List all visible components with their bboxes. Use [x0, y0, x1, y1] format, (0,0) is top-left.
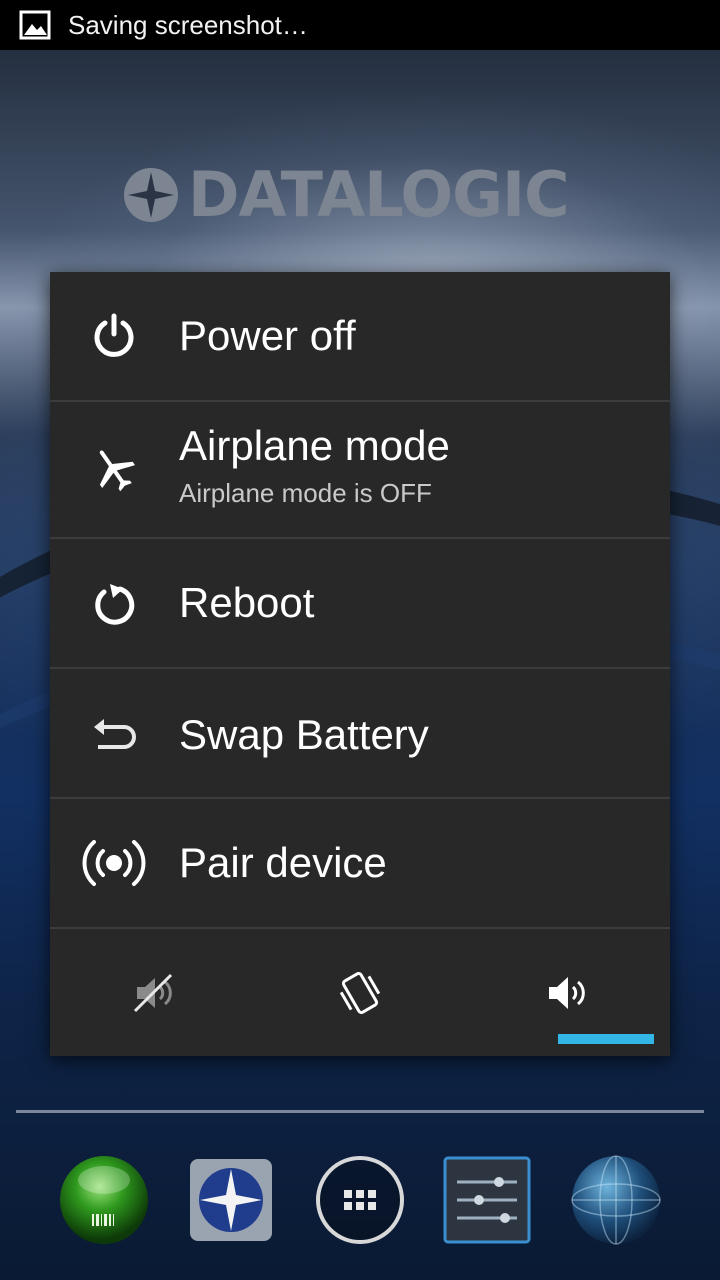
brand-text: DATALOGIC	[188, 158, 570, 231]
pair-device-item[interactable]: Pair device	[50, 799, 670, 927]
datalogic-app-icon[interactable]	[188, 1157, 274, 1243]
image-icon	[18, 8, 52, 42]
divider	[50, 927, 670, 929]
dock-divider	[16, 1110, 704, 1113]
silent-mode-button[interactable]	[50, 930, 256, 1056]
status-bar: Saving screenshot…	[0, 0, 720, 50]
airplane-mode-status: Airplane mode is OFF	[179, 478, 432, 508]
vibrate-mode-button[interactable]	[257, 930, 463, 1056]
selected-mode-indicator	[558, 1034, 654, 1044]
swap-battery-label: Swap Battery	[179, 711, 429, 758]
power-off-item[interactable]: Power off	[50, 272, 670, 400]
vibrate-icon	[339, 972, 381, 1014]
power-off-label: Power off	[179, 312, 356, 359]
reboot-label: Reboot	[179, 579, 315, 626]
notification-text: Saving screenshot…	[68, 9, 308, 40]
reboot-item[interactable]: Reboot	[50, 539, 670, 667]
datalogic-logo: DATALOGIC	[122, 160, 602, 230]
sound-on-icon	[549, 977, 585, 1009]
reboot-icon	[78, 569, 150, 641]
sound-mode-selector	[50, 930, 670, 1056]
airplane-mode-item[interactable]: Airplane mode Airplane mode is OFF	[50, 402, 670, 537]
power-options-dialog: Power off Airplane mode Airplane mode is…	[50, 272, 670, 1056]
airplane-icon	[78, 434, 150, 506]
settings-app-icon[interactable]	[443, 1156, 531, 1244]
pair-device-label: Pair device	[179, 839, 387, 886]
airplane-mode-label: Airplane mode	[179, 422, 450, 469]
browser-globe-icon[interactable]	[570, 1154, 662, 1246]
swap-battery-item[interactable]: Swap Battery	[50, 669, 670, 797]
pair-device-icon	[78, 827, 150, 899]
swap-battery-icon	[78, 699, 150, 771]
barcode-scanner-app-icon[interactable]	[58, 1154, 150, 1246]
power-icon	[78, 300, 150, 372]
datalogic-logo-icon	[124, 168, 178, 222]
app-drawer-icon[interactable]	[314, 1154, 406, 1246]
silent-icon	[133, 973, 173, 1013]
